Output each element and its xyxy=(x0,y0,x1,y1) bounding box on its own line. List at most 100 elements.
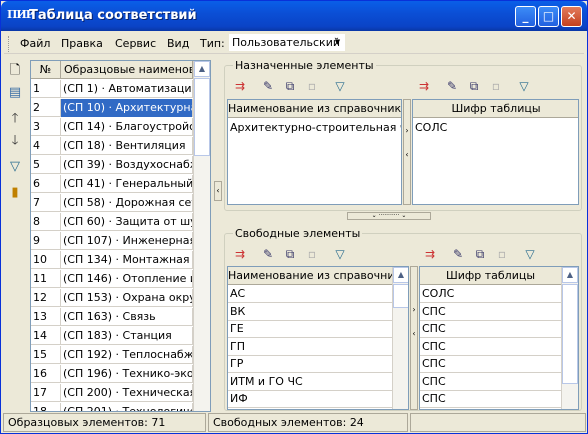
filter-icon[interactable]: ▽ xyxy=(515,77,533,95)
free-left-scrollbar[interactable]: ▲ xyxy=(392,267,408,409)
table-row[interactable]: 14 (СП 183) · Станция xyxy=(31,327,193,345)
table-row[interactable]: 9(СП 107) · Инженерная ге xyxy=(31,232,193,250)
delete-icon[interactable]: ▫ xyxy=(487,77,505,95)
filter-icon[interactable]: ▽ xyxy=(5,157,25,177)
table-row[interactable]: ГР xyxy=(228,356,392,373)
table-row[interactable]: ИФ xyxy=(228,391,392,408)
splitter-collapse-button[interactable]: ‹ xyxy=(214,181,222,201)
chevron-down-icon[interactable]: ▼ xyxy=(332,36,343,49)
free-splitter[interactable]: › ‹ xyxy=(410,266,418,410)
edit-icon[interactable]: ✎ xyxy=(443,77,461,95)
copy-icon[interactable]: ⧉ xyxy=(471,245,489,263)
chevron-right-icon[interactable]: › xyxy=(411,305,417,314)
chevron-left-icon[interactable]: ‹ xyxy=(404,150,410,159)
free-names-table[interactable]: Наименование из справочника АС ВК ГЕ ГП ГР ИТ… xyxy=(227,266,409,410)
menu-view[interactable]: Вид xyxy=(167,37,189,50)
table-row[interactable]: СПС xyxy=(420,391,561,408)
free-right-header[interactable]: Шифр таблицы xyxy=(420,267,562,285)
table-row[interactable]: АС xyxy=(228,286,392,303)
edit-icon[interactable]: ✎ xyxy=(259,77,277,95)
table-row[interactable]: ГЕ xyxy=(228,321,392,338)
column-header-number[interactable]: № xyxy=(31,61,61,79)
sample-elements-table[interactable]: № Образцовые наименования 1(СП 1) · Авто… xyxy=(30,60,211,412)
table-row[interactable]: 16(СП 196) · Технико-эконо xyxy=(31,365,193,383)
filter-icon[interactable]: ▽ xyxy=(521,245,539,263)
bookmark-icon[interactable]: ▮ xyxy=(5,183,25,203)
move-up-icon[interactable]: 🡑 xyxy=(5,109,25,129)
table-row[interactable]: 13 (СП 163) · Связь xyxy=(31,308,193,326)
menu-edit[interactable]: Правка xyxy=(61,37,103,50)
left-table-scrollbar[interactable]: ▲ xyxy=(193,61,210,411)
add-icon[interactable]: ⇉ xyxy=(231,77,249,95)
table-row[interactable]: СПС xyxy=(420,339,561,356)
add-icon[interactable]: ⇉ xyxy=(231,245,249,263)
filter-icon[interactable]: ▽ xyxy=(331,245,349,263)
table-row[interactable]: ВК xyxy=(228,304,392,321)
scroll-thumb[interactable] xyxy=(562,284,578,384)
delete-icon[interactable]: ▫ xyxy=(493,245,511,263)
title-bar[interactable]: ПИР Таблица соответствий _ □ ✕ xyxy=(1,1,587,31)
row-number: 5 xyxy=(31,156,61,174)
delete-icon[interactable]: ▫ xyxy=(303,245,321,263)
column-header-sample-name[interactable]: Образцовые наименования xyxy=(61,61,193,79)
table-row[interactable]: СОЛС xyxy=(413,119,578,137)
delete-icon[interactable]: ▫ xyxy=(303,77,321,95)
chevron-left-icon[interactable]: ‹ xyxy=(411,329,417,338)
table-row[interactable]: 17 (СП 200) · Техническая ч xyxy=(31,384,193,402)
table-row[interactable]: СОЛС xyxy=(420,286,561,303)
edit-icon[interactable]: ✎ xyxy=(449,245,467,263)
scroll-up-icon[interactable]: ▲ xyxy=(562,267,578,283)
assigned-names-table[interactable]: Наименование из справочника Архитектурно… xyxy=(227,99,402,205)
maximize-button[interactable]: □ xyxy=(538,6,559,27)
assigned-left-header[interactable]: Наименование из справочника xyxy=(228,100,401,118)
add-icon[interactable]: ⇉ xyxy=(415,77,433,95)
table-row[interactable]: 10(СП 134) · Монтажная час xyxy=(31,251,193,269)
menu-file[interactable]: Файл xyxy=(20,37,50,50)
table-row[interactable]: ИТМ и ГО ЧС xyxy=(228,374,392,391)
table-row[interactable]: СПС xyxy=(420,321,561,338)
free-left-header[interactable]: Наименование из справочника xyxy=(228,267,393,285)
horizontal-splitter-button[interactable]: ⌄ ··········· ⌄ xyxy=(347,212,431,220)
filter-icon[interactable]: ▽ xyxy=(331,77,349,95)
copy-icon[interactable]: ⧉ xyxy=(281,77,299,95)
table-row[interactable]: 6(СП 41) · Генеральный план xyxy=(31,175,193,193)
move-down-icon[interactable]: 🡓 xyxy=(5,131,25,151)
table-row[interactable]: 11 (СП 146) · Отопление и в xyxy=(31,270,193,288)
scroll-up-icon[interactable]: ▲ xyxy=(194,61,210,77)
chevron-right-icon[interactable]: › xyxy=(404,126,410,135)
free-right-scrollbar[interactable]: ▲ xyxy=(561,267,578,409)
table-row[interactable]: 15(СП 192) · Теплоснабжен xyxy=(31,346,193,364)
assigned-codes-table[interactable]: Шифр таблицы СОЛС xyxy=(412,99,579,205)
scroll-thumb[interactable] xyxy=(194,78,210,156)
assigned-right-header[interactable]: Шифр таблицы xyxy=(413,100,578,118)
properties-icon[interactable]: ▤ xyxy=(5,83,25,103)
table-row[interactable]: СПС xyxy=(420,356,561,373)
assigned-group-title: Назначенные элементы xyxy=(233,59,376,72)
copy-icon[interactable]: ⧉ xyxy=(281,245,299,263)
scroll-thumb[interactable] xyxy=(393,284,408,308)
free-codes-table[interactable]: Шифр таблицы СОЛС СПС СПС СПС СПС СПС СПС ▲ xyxy=(419,266,579,410)
table-row[interactable]: СПС xyxy=(420,374,561,391)
table-row[interactable]: 12(СП 153) · Охрана окружа xyxy=(31,289,193,307)
type-select[interactable]: Пользовательский ▼ xyxy=(229,34,345,51)
table-row[interactable]: 3(СП 14) · Благоустройство xyxy=(31,118,193,136)
table-row[interactable]: СПС xyxy=(420,304,561,321)
table-row[interactable]: 4 (СП 18) · Вентиляция xyxy=(31,137,193,155)
minimize-button[interactable]: _ xyxy=(515,6,536,27)
table-row[interactable]: 7 (СП 58) · Дорожная сеть xyxy=(31,194,193,212)
table-row[interactable]: 2(СП 10) · Архитектурная ч xyxy=(31,99,193,117)
copy-icon[interactable]: ⧉ xyxy=(465,77,483,95)
scroll-up-icon[interactable]: ▲ xyxy=(393,267,408,283)
table-row[interactable]: Архитектурно-строительная часть xyxy=(228,119,401,137)
table-row[interactable]: 5(СП 39) · Воздухоснабжение xyxy=(31,156,193,174)
new-document-icon[interactable]: 🗋 xyxy=(5,61,25,81)
menu-service[interactable]: Сервис xyxy=(115,37,156,50)
table-row[interactable]: ГП xyxy=(228,339,392,356)
table-row[interactable]: 8(СП 60) · Защита от шума xyxy=(31,213,193,231)
table-row[interactable]: 1 (СП 1) · Автоматизация xyxy=(31,80,193,98)
edit-icon[interactable]: ✎ xyxy=(259,245,277,263)
assigned-splitter[interactable]: › ‹ xyxy=(403,99,411,205)
add-icon[interactable]: ⇉ xyxy=(421,245,439,263)
table-row[interactable]: 18(СП 201) · Технологическ xyxy=(31,403,193,411)
close-button[interactable]: ✕ xyxy=(561,6,582,27)
